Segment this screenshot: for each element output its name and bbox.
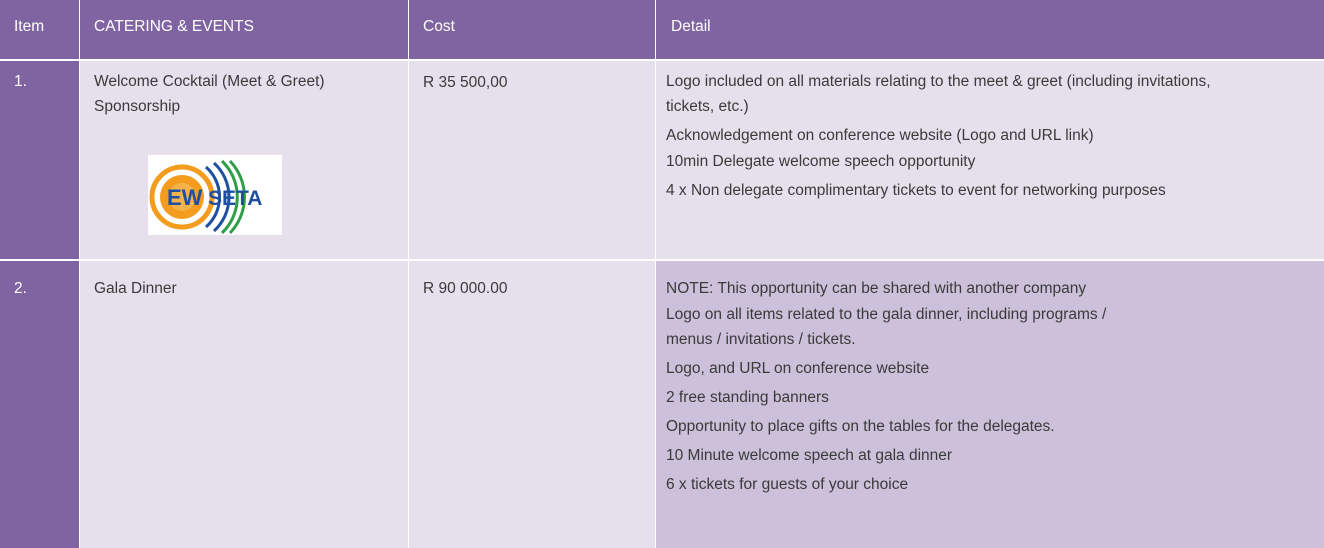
ewseta-logo-graphic: EW SETA [149,159,262,235]
row2-detail: NOTE: This opportunity can be shared wit… [656,261,1324,548]
header-catering-events: CATERING & EVENTS [80,0,408,59]
column-divider [408,0,409,548]
row2-cost: R 90 000.00 [409,261,655,548]
row2-cost-text: R 90 000.00 [423,280,508,297]
row2-name: Gala Dinner [80,261,408,548]
row-divider [0,59,1324,61]
header-cost-label: Cost [423,18,455,35]
row1-detail-line: 4 x Non delegate complimentary tickets t… [666,182,1166,199]
row2-detail-line: Logo on all items related to the gala di… [666,306,1107,348]
row1-detail-line: Logo included on all materials relating … [666,73,1211,115]
row1-detail-line: 10min Delegate welcome speech opportunit… [666,153,976,170]
row1-name-text: Welcome Cocktail (Meet & Greet) Sponsors… [94,73,325,115]
logo-seta-text: SETA [208,187,262,210]
row1-detail-line: Acknowledgement on conference website (L… [666,127,1094,144]
row2-item: 2. [0,261,79,548]
row1-item-number: 1. [14,73,27,90]
header-cost: Cost [409,0,655,59]
sponsorship-table: Item CATERING & EVENTS Cost Detail 1. We… [0,0,1324,548]
row1-cost: R 35 500,00 [409,61,655,259]
column-divider [655,0,656,548]
header-detail: Detail [656,0,1324,59]
header-item-label: Item [14,18,45,35]
header-item: Item [0,0,79,59]
row2-item-number: 2. [14,280,27,297]
header-detail-label: Detail [671,18,711,35]
row2-detail-line: 6 x tickets for guests of your choice [666,476,909,493]
ewseta-logo: EW SETA [148,155,282,235]
row1-item: 1. [0,61,79,259]
row2-name-text: Gala Dinner [94,280,177,297]
row2-detail-line: 10 Minute welcome speech at gala dinner [666,447,953,464]
row2-detail-line: Logo, and URL on conference website [666,360,930,377]
column-divider [79,0,80,548]
row2-detail-line: NOTE: This opportunity can be shared wit… [666,280,1087,297]
row2-detail-line: 2 free standing banners [666,389,829,406]
row1-detail: Logo included on all materials relating … [656,61,1324,259]
row1-cost-text: R 35 500,00 [423,74,508,91]
logo-ew-text: EW [167,185,203,210]
row-divider [0,259,1324,261]
header-name-label: CATERING & EVENTS [94,18,254,35]
row2-detail-line: Opportunity to place gifts on the tables… [666,418,1055,435]
